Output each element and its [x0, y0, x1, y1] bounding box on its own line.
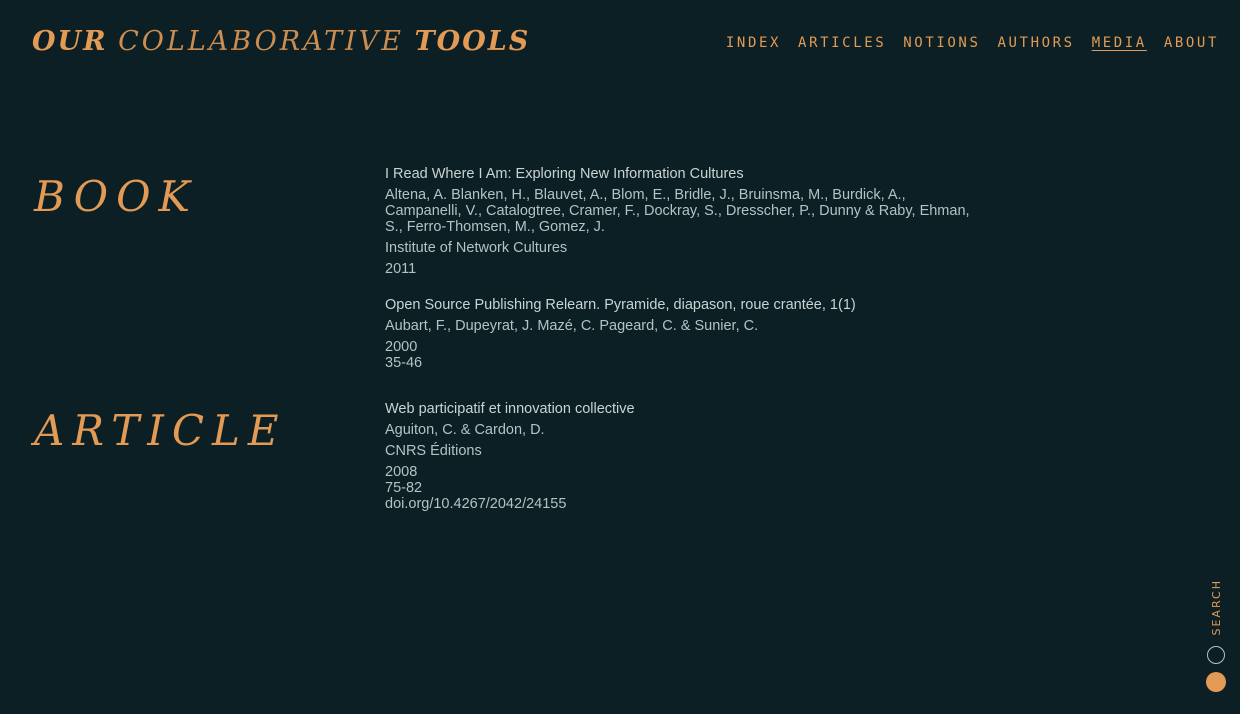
site-logo[interactable]: OUR COLLABORATIVE TOOLS: [32, 26, 530, 57]
entry-year: 2011: [385, 261, 417, 277]
logo-word-1: OUR: [32, 26, 108, 57]
entry-title[interactable]: I Read Where I Am: Exploring New Informa…: [385, 166, 975, 182]
entry-pages: 75-82: [385, 480, 423, 496]
entry-year: 2008: [385, 464, 418, 480]
section-heading-book: BOOK: [34, 172, 198, 221]
media-entry[interactable]: Open Source Publishing Relearn. Pyramide…: [385, 297, 975, 371]
nav-authors[interactable]: AUTHORS: [997, 35, 1074, 51]
search-dot-icon[interactable]: [1206, 672, 1226, 692]
entry-authors: Altena, A. Blanken, H., Blauvet, A., Blo…: [385, 187, 970, 235]
entry-pages: 35-46: [385, 355, 423, 371]
entry-doi[interactable]: doi.org/10.4267/2042/24155: [385, 496, 975, 512]
media-entry[interactable]: Web participatif et innovation collectiv…: [385, 401, 975, 512]
search-label[interactable]: SEARCH: [1210, 579, 1223, 636]
search-widget[interactable]: SEARCH: [1204, 579, 1228, 692]
nav-notions[interactable]: NOTIONS: [903, 35, 980, 51]
entry-year: 2000: [385, 339, 418, 355]
entry-publisher: Institute of Network Cultures: [385, 240, 568, 256]
section-heading-article: ARTICLE: [34, 406, 287, 455]
logo-word-2: COLLABORATIVE: [118, 26, 404, 57]
nav-media[interactable]: MEDIA: [1092, 35, 1147, 51]
entry-authors: Aguiton, C. & Cardon, D.: [385, 422, 545, 438]
nav-about[interactable]: ABOUT: [1164, 35, 1219, 51]
entry-publisher: CNRS Éditions: [385, 443, 482, 459]
media-entry[interactable]: I Read Where I Am: Exploring New Informa…: [385, 166, 975, 277]
nav-index[interactable]: INDEX: [726, 35, 781, 51]
logo-word-3: TOOLS: [414, 26, 531, 57]
search-ring-icon[interactable]: [1207, 646, 1225, 664]
entry-title[interactable]: Open Source Publishing Relearn. Pyramide…: [385, 297, 975, 313]
main-nav: INDEX ARTICLES NOTIONS AUTHORS MEDIA ABO…: [726, 35, 1219, 51]
entry-authors: Aubart, F., Dupeyrat, J. Mazé, C. Pagear…: [385, 318, 759, 334]
nav-articles[interactable]: ARTICLES: [798, 35, 886, 51]
entry-title[interactable]: Web participatif et innovation collectiv…: [385, 401, 975, 417]
